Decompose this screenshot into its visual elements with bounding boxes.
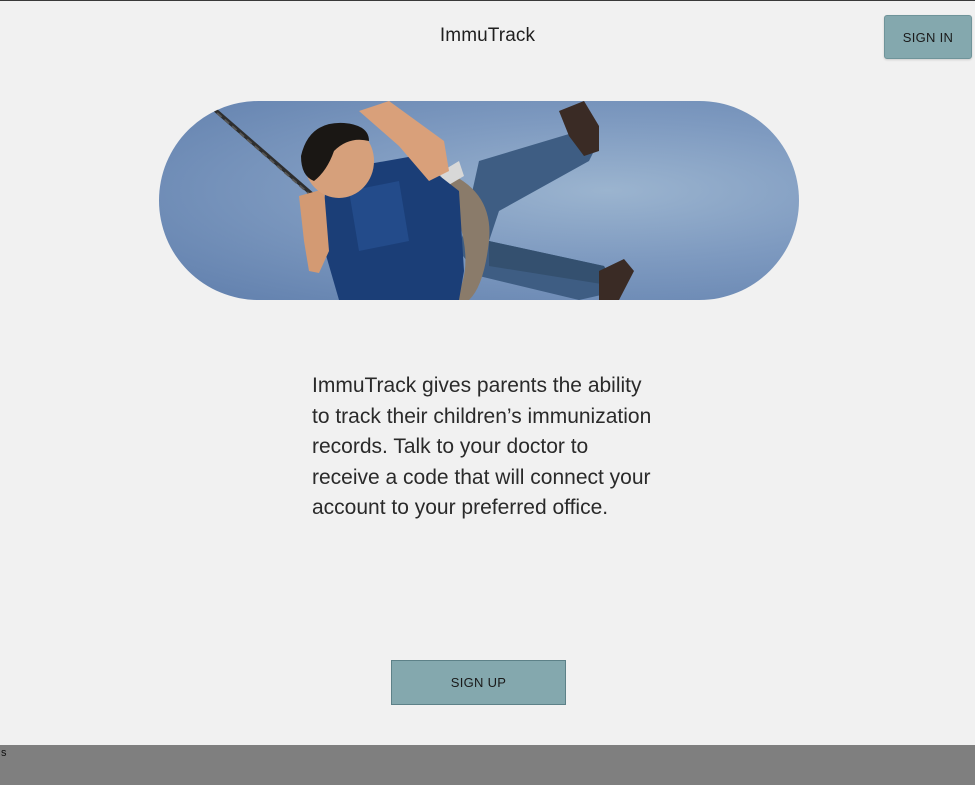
sign-in-button[interactable]: SIGN IN [884,15,972,59]
app-header: ImmuTrack SIGN IN [0,0,975,72]
child-on-swing-photo [212,101,634,300]
hero-image [159,101,799,300]
status-text: s [1,747,7,759]
child-arm-lower [299,189,329,273]
sign-up-button[interactable]: SIGN UP [391,660,566,705]
app-title: ImmuTrack [439,25,536,46]
shoe-bottom [599,259,634,300]
status-bar: s [0,745,975,785]
intro-description: ImmuTrack gives parents the ability to t… [312,374,652,520]
